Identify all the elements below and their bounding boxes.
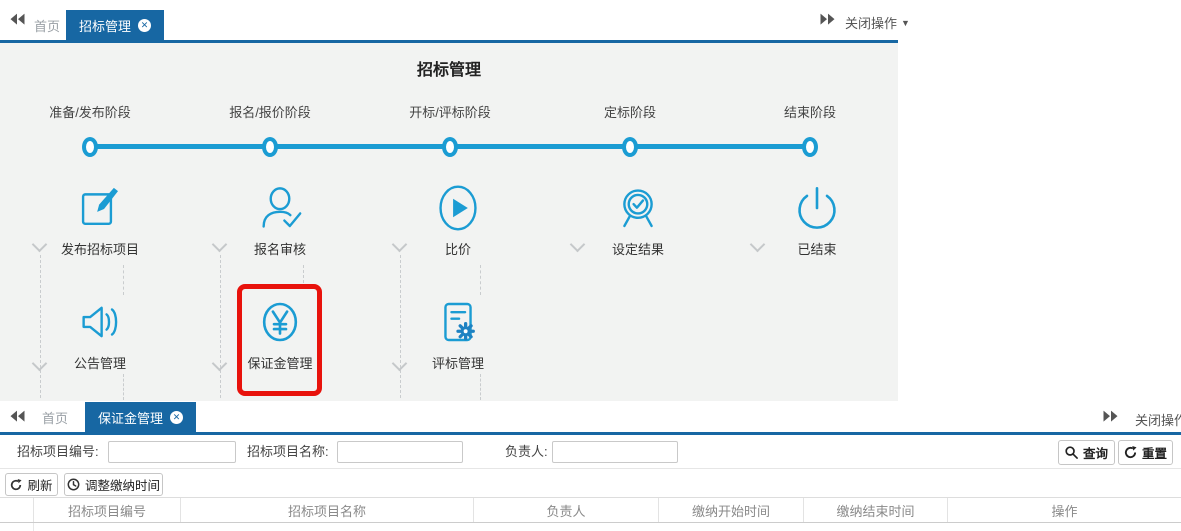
project-no-label: 招标项目编号: [17, 435, 99, 469]
tab-deposit-management-label: 保证金管理 [98, 408, 163, 427]
refresh-button-label: 刷新 [27, 475, 52, 494]
edit-icon [76, 184, 124, 232]
flow-connector [123, 265, 124, 295]
deposit-table-header: 招标项目编号 招标项目名称 负责人 缴纳开始时间 缴纳结束时间 操作 [0, 497, 1181, 523]
col-select [0, 498, 33, 522]
close-tab-icon[interactable]: ✕ [138, 19, 151, 32]
tab-home-label: 首页 [42, 408, 68, 427]
close-operations-label: 关闭操作 [845, 13, 897, 32]
stage-label-award: 定标阶段 [604, 102, 656, 121]
tab-home[interactable]: 首页 [38, 402, 72, 432]
reset-button-label: 重置 [1142, 443, 1167, 462]
timeline-node [622, 137, 638, 157]
close-operations-label: 关闭操作 [1135, 410, 1181, 429]
project-name-input[interactable] [337, 441, 463, 463]
col-project-no: 招标项目编号 [33, 498, 180, 522]
flow-connector [303, 265, 304, 283]
timeline-node [262, 137, 278, 157]
stage-label-end: 结束阶段 [784, 102, 836, 121]
flow-item-registration-review[interactable]: 报名审核 [225, 184, 335, 258]
flow-item-deposit-mgmt[interactable]: 保证金管理 [225, 298, 335, 372]
speaker-icon [76, 298, 124, 346]
top-tab-bar: 首页 招标管理 ✕ 关闭操作 ▼ [0, 0, 898, 43]
query-button[interactable]: 查询 [1058, 440, 1115, 465]
target-check-icon [614, 184, 662, 232]
deposit-table-body [0, 523, 1181, 531]
screen: 首页 招标管理 ✕ 关闭操作 ▼ 招标管理 准备/发布阶段 报名/报价阶段 开标… [0, 0, 1181, 531]
col-project-name: 招标项目名称 [180, 498, 473, 522]
tab-bidding-management[interactable]: 招标管理 ✕ [66, 10, 164, 40]
refresh-icon [1124, 446, 1137, 459]
scroll-tabs-right-icon[interactable] [1103, 410, 1118, 421]
timeline-node [82, 137, 98, 157]
stage-label-register: 报名/报价阶段 [229, 102, 311, 121]
col-actions: 操作 [947, 498, 1181, 522]
flow-item-evaluation-mgmt[interactable]: 评标管理 [403, 298, 513, 372]
flow-connector [40, 255, 41, 398]
bidding-flow-panel: 招标管理 准备/发布阶段 报名/报价阶段 开标/评标阶段 定标阶段 结束阶段 发… [0, 43, 898, 401]
col-person: 负责人 [473, 498, 658, 522]
person-label: 负责人: [505, 435, 548, 469]
flow-item-label: 已结束 [762, 239, 872, 258]
doc-gear-icon [434, 298, 482, 346]
search-icon [1065, 446, 1078, 459]
timeline-node [442, 137, 458, 157]
flow-item-label: 公告管理 [45, 353, 155, 372]
person-input[interactable] [552, 441, 678, 463]
column-divider [33, 523, 34, 531]
flow-connector [220, 255, 221, 398]
flow-item-label: 报名审核 [225, 239, 335, 258]
flow-item-label: 发布招标项目 [45, 239, 155, 258]
close-tab-icon[interactable]: ✕ [170, 411, 183, 424]
close-operations-menu[interactable]: 关闭操作 ▼ [845, 13, 910, 32]
bottom-tab-bar: 首页 保证金管理 ✕ 关闭操作 [0, 401, 1181, 435]
yen-icon [256, 298, 304, 346]
flow-connector [480, 265, 481, 295]
flow-item-label: 评标管理 [403, 353, 513, 372]
adjust-payment-time-button[interactable]: 调整缴纳时间 [64, 473, 163, 496]
flow-item-price-compare[interactable]: 比价 [403, 184, 513, 258]
flow-item-publish-project[interactable]: 发布招标项目 [45, 184, 155, 258]
flow-item-label: 设定结果 [583, 239, 693, 258]
timeline-node [802, 137, 818, 157]
query-button-label: 查询 [1083, 443, 1108, 462]
stage-label-prepare: 准备/发布阶段 [49, 102, 131, 121]
search-form: 招标项目编号: 招标项目名称: 负责人: 查询 重置 [0, 435, 1181, 469]
scroll-tabs-right-icon[interactable] [820, 14, 835, 25]
reset-button[interactable]: 重置 [1118, 440, 1173, 465]
table-toolbar: 刷新 调整缴纳时间 [0, 469, 1181, 497]
refresh-icon [10, 479, 22, 491]
stage-label-open: 开标/评标阶段 [409, 102, 491, 121]
scroll-tabs-left-icon[interactable] [10, 410, 25, 421]
page-title: 招标管理 [0, 56, 898, 80]
tab-bidding-management-label: 招标管理 [79, 16, 131, 35]
col-pay-start: 缴纳开始时间 [658, 498, 803, 522]
project-no-input[interactable] [108, 441, 236, 463]
scroll-tabs-left-icon[interactable] [10, 14, 25, 25]
tab-deposit-management[interactable]: 保证金管理 ✕ [85, 402, 196, 432]
flow-item-label: 保证金管理 [225, 353, 335, 372]
flow-connector [480, 374, 481, 400]
flow-connector [400, 255, 401, 398]
caret-down-icon: ▼ [901, 18, 910, 28]
tab-home-label: 首页 [34, 16, 60, 35]
adjust-payment-time-label: 调整缴纳时间 [85, 475, 160, 494]
flow-item-label: 比价 [403, 239, 513, 258]
flow-connector [123, 374, 124, 400]
power-icon [793, 184, 841, 232]
flow-item-set-result[interactable]: 设定结果 [583, 184, 693, 258]
clock-icon [67, 478, 80, 491]
play-icon [434, 184, 482, 232]
project-name-label: 招标项目名称: [247, 435, 329, 469]
refresh-button[interactable]: 刷新 [5, 473, 58, 496]
flow-item-ended[interactable]: 已结束 [762, 184, 872, 258]
close-operations-menu[interactable]: 关闭操作 [1135, 410, 1181, 429]
tab-home[interactable]: 首页 [30, 10, 64, 40]
flow-item-announcement-mgmt[interactable]: 公告管理 [45, 298, 155, 372]
col-pay-end: 缴纳结束时间 [803, 498, 947, 522]
user-check-icon [256, 184, 304, 232]
